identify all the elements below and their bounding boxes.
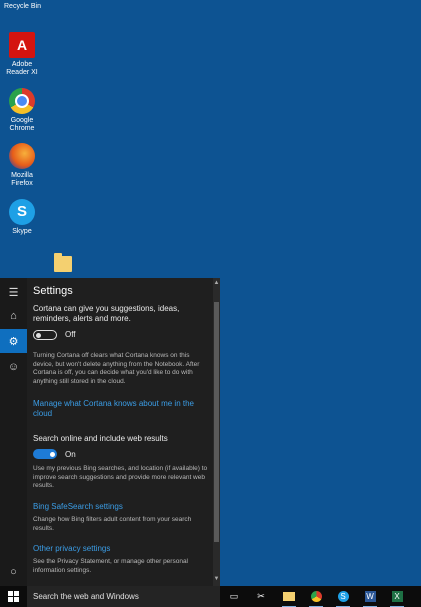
taskbar: Search the web and Windows ▭ ✂ S W X (0, 586, 421, 607)
chrome-icon (9, 88, 35, 114)
skype-icon[interactable]: S (335, 589, 351, 607)
privacy-info: See the Privacy Statement, or manage oth… (33, 558, 189, 574)
snipping-tool-icon[interactable]: ✂ (253, 589, 269, 604)
adobe-reader-shortcut[interactable]: A Adobe Reader XI (0, 32, 44, 77)
chrome-icon[interactable] (308, 589, 324, 607)
chrome-label: Google Chrome (9, 117, 35, 132)
scroll-thumb[interactable] (214, 302, 219, 542)
suggestions-text: Cortana can give you suggestions, ideas,… (33, 304, 180, 323)
toggle-knob (36, 332, 41, 338)
taskbar-search-box[interactable]: Search the web and Windows (27, 586, 220, 607)
word-icon[interactable]: W (362, 589, 378, 607)
chrome-shortcut[interactable]: Google Chrome (0, 88, 44, 133)
recycle-bin-label[interactable]: Recycle Bin (4, 3, 41, 10)
gear-icon[interactable]: ⚙ (0, 329, 27, 353)
feedback-icon[interactable]: ☺ (0, 355, 27, 379)
web-search-text: Search online and include web results (33, 434, 168, 443)
web-search-toggle-label: On (65, 450, 76, 459)
start-button[interactable] (0, 586, 27, 607)
cortana-toggle-label: Off (65, 330, 76, 339)
page-title: Settings (33, 285, 73, 297)
cortana-circle-icon[interactable]: ○ (0, 560, 27, 584)
privacy-link[interactable]: Other privacy settings (33, 544, 211, 554)
cortana-panel: ☰ ⌂ ⚙ ☺ ○ Settings Cortana can give you … (0, 278, 220, 586)
settings-content: Settings Cortana can give you suggestion… (27, 278, 213, 586)
skype-shortcut[interactable]: S Skype (0, 199, 44, 236)
scrollbar[interactable]: ▲ ▼ (213, 278, 220, 586)
cortana-rail: ☰ ⌂ ⚙ ☺ ○ (0, 278, 27, 586)
adobe-reader-label: Adobe Reader XI (6, 61, 38, 76)
home-icon[interactable]: ⌂ (0, 304, 27, 328)
cortana-toggle[interactable] (33, 330, 57, 340)
scroll-up-icon[interactable]: ▲ (213, 280, 220, 288)
excel-icon[interactable]: X (389, 589, 405, 607)
file-explorer-icon[interactable] (281, 589, 297, 607)
web-search-info: Use my previous Bing searches, and locat… (33, 465, 208, 489)
adobe-reader-icon: A (9, 32, 35, 58)
folder-icon[interactable] (54, 253, 72, 272)
firefox-label: Mozilla Firefox (11, 172, 33, 187)
scroll-down-icon[interactable]: ▼ (213, 576, 220, 584)
toggle-knob (50, 451, 55, 457)
web-search-toggle[interactable] (33, 449, 57, 459)
safesearch-info: Change how Bing filters adult content fr… (33, 516, 192, 532)
manage-cloud-link[interactable]: Manage what Cortana knows about me in th… (33, 399, 211, 419)
skype-label: Skype (12, 228, 32, 235)
skype-icon: S (9, 199, 35, 225)
firefox-shortcut[interactable]: Mozilla Firefox (0, 143, 44, 188)
off-info-text: Turning Cortana off clears what Cortana … (33, 352, 200, 385)
safesearch-link[interactable]: Bing SafeSearch settings (33, 502, 211, 512)
windows-icon (8, 591, 19, 602)
hamburger-icon[interactable]: ☰ (0, 280, 27, 304)
task-view-icon[interactable]: ▭ (226, 589, 242, 604)
firefox-icon (9, 143, 35, 169)
